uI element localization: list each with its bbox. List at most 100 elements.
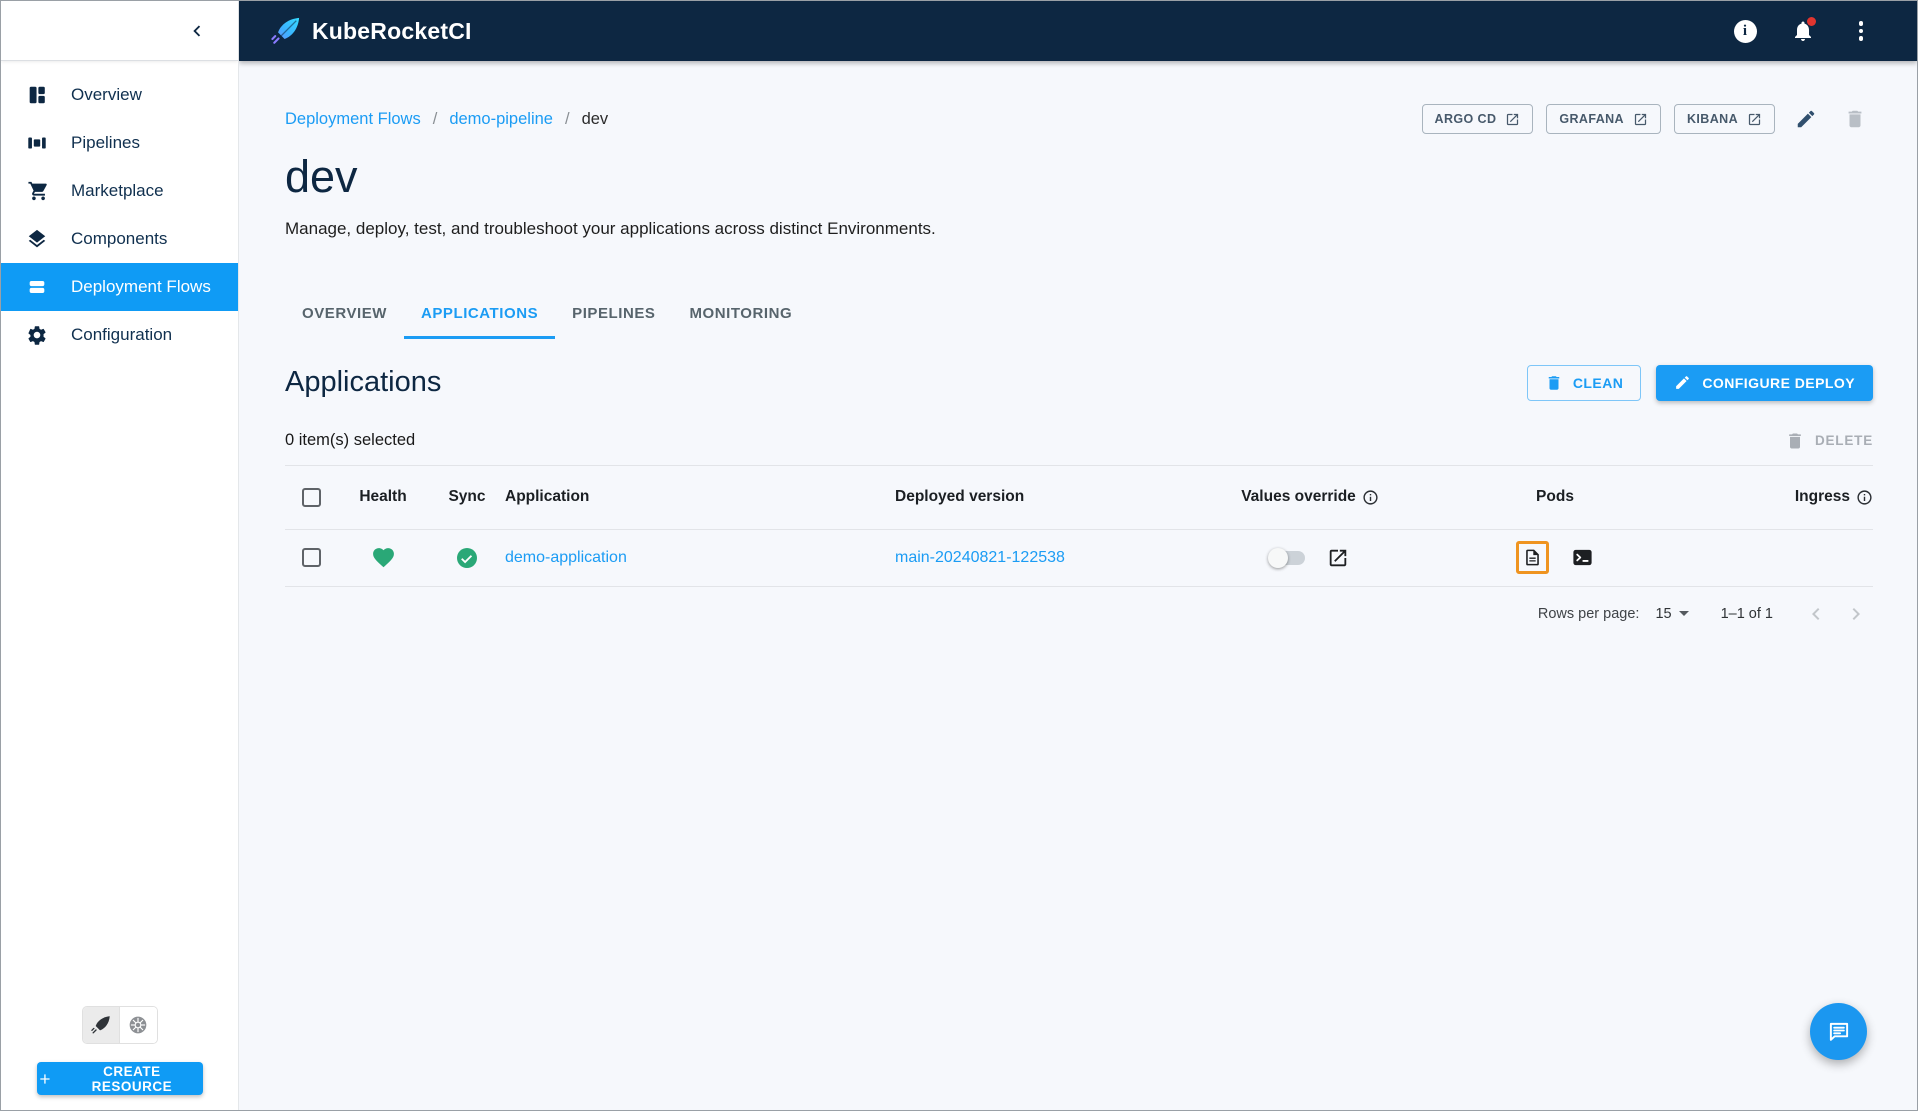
sidebar-item-pipelines[interactable]: Pipelines (1, 119, 238, 167)
kibana-link-button[interactable]: KIBANA (1673, 104, 1775, 134)
breadcrumb-separator: / (432, 109, 438, 128)
tab-pipelines[interactable]: PIPELINES (555, 289, 672, 339)
pod-terminal-button[interactable] (1571, 546, 1594, 569)
info-button[interactable]: i (1729, 15, 1761, 47)
edit-environment-button[interactable] (1788, 101, 1824, 137)
create-resource-button[interactable]: CREATE RESOURCE (36, 1062, 203, 1095)
sidebar-item-deployment-flows[interactable]: Deployment Flows (1, 263, 238, 311)
sidebar-item-label: Overview (71, 85, 142, 104)
grafana-link-button[interactable]: GRAFANA (1546, 104, 1661, 134)
plus-icon (39, 1073, 50, 1084)
create-resource-label: CREATE RESOURCE (91, 1063, 173, 1094)
pencil-icon (1676, 376, 1690, 390)
kuberocketci-view-button[interactable] (82, 1007, 120, 1043)
breadcrumb-separator: / (564, 109, 570, 128)
delete-environment-button[interactable] (1837, 101, 1873, 137)
sidebar-item-label: Components (71, 229, 168, 248)
document-icon (1526, 549, 1539, 566)
configure-deploy-label: CONFIGURE DEPLOY (1702, 374, 1855, 391)
values-override-toggle[interactable] (1268, 547, 1305, 568)
page-title: dev (285, 151, 358, 202)
topbar: KubeRocketCI i (239, 1, 1917, 61)
sidebar-item-overview[interactable]: Overview (1, 71, 238, 119)
info-icon[interactable] (1856, 489, 1873, 506)
sync-status-cell (429, 546, 505, 570)
column-header-deployed-version: Deployed version (895, 488, 1025, 506)
column-header-sync: Sync (448, 488, 486, 506)
breadcrumb-link-demo-pipeline[interactable]: demo-pipeline (449, 110, 553, 129)
info-icon[interactable] (1362, 489, 1379, 506)
health-status-cell (337, 545, 429, 570)
selection-status: 0 item(s) selected (285, 431, 416, 450)
rows-per-page-value: 15 (1655, 605, 1672, 622)
clean-button[interactable]: CLEAN (1526, 364, 1642, 401)
chevron-right-icon (1852, 607, 1860, 620)
app-logo[interactable]: KubeRocketCI (271, 16, 472, 46)
shopping-cart-icon (25, 179, 49, 203)
pagination: Rows per page: 15 1–1 of 1 (285, 587, 1873, 641)
deployed-version-link[interactable]: main-20240821-122538 (895, 549, 1065, 567)
sidebar-collapse-button[interactable] (182, 16, 212, 46)
rows-per-page-select[interactable]: 15 (1655, 605, 1689, 622)
pod-logs-highlight (1516, 541, 1549, 575)
view-switcher (81, 1006, 158, 1044)
values-override-open-button[interactable] (1327, 547, 1349, 569)
grafana-label: GRAFANA (1559, 112, 1624, 126)
main-content: Deployment Flows / demo-pipeline / dev A… (239, 61, 1917, 1110)
pod-logs-button[interactable] (1523, 548, 1542, 567)
sidebar-item-label: Configuration (71, 325, 173, 344)
sidebar-item-configuration[interactable]: Configuration (1, 311, 238, 359)
rocket-icon (90, 1016, 110, 1034)
external-link-icon (1329, 549, 1347, 566)
applications-actions: CLEAN CONFIGURE DEPLOY (1526, 364, 1873, 401)
more-menu-button[interactable] (1845, 15, 1877, 47)
chat-bubble-icon (1829, 1022, 1848, 1041)
tab-bar: OVERVIEW APPLICATIONS PIPELINES MONITORI… (285, 289, 1873, 339)
configure-deploy-button[interactable]: CONFIGURE DEPLOY (1656, 364, 1873, 401)
sidebar-header (1, 1, 238, 61)
page-actions: ARGO CD GRAFANA KIBANA (1421, 101, 1873, 137)
previous-page-button[interactable] (1801, 599, 1831, 629)
next-page-button[interactable] (1841, 599, 1871, 629)
layers-icon (25, 227, 49, 251)
sidebar-item-label: Marketplace (71, 181, 164, 200)
applications-table: Health Sync Application Deployed version… (285, 466, 1873, 587)
sidebar-item-label: Deployment Flows (71, 277, 211, 296)
column-header-ingress: Ingress (1655, 488, 1873, 506)
delete-selected-button[interactable]: DELETE (1785, 431, 1873, 451)
tab-applications[interactable]: APPLICATIONS (403, 289, 556, 339)
breadcrumb-link-deployment-flows[interactable]: Deployment Flows (285, 110, 421, 129)
kubernetes-icon (129, 1016, 147, 1034)
pods-cell (1455, 541, 1655, 575)
sidebar-item-components[interactable]: Components (1, 215, 238, 263)
sidebar-item-marketplace[interactable]: Marketplace (1, 167, 238, 215)
argo-cd-label: ARGO CD (1434, 112, 1497, 126)
kubernetes-view-button[interactable] (119, 1007, 157, 1043)
trash-icon (1548, 376, 1560, 390)
table-row: demo-application main-20240821-122538 (285, 530, 1873, 587)
column-header-pods: Pods (1536, 488, 1574, 506)
notification-badge (1807, 17, 1816, 26)
chat-fab-button[interactable] (1810, 1003, 1867, 1060)
app-window: Overview Pipelines Marketplace Component… (0, 0, 1918, 1111)
dashboard-icon (25, 83, 49, 107)
rows-per-page-label: Rows per page: (1537, 605, 1640, 622)
tab-overview[interactable]: OVERVIEW (285, 289, 404, 339)
values-override-label: Values override (1241, 488, 1356, 506)
sidebar-item-label: Pipelines (71, 133, 140, 152)
column-header-health: Health (359, 488, 407, 506)
tab-monitoring[interactable]: MONITORING (672, 289, 809, 339)
topbar-actions: i (1729, 15, 1877, 47)
applications-heading: Applications (285, 366, 442, 399)
values-override-cell (1165, 547, 1455, 569)
synced-check-icon (457, 547, 477, 568)
select-all-checkbox[interactable] (301, 487, 321, 507)
column-header-values-override: Values override (1165, 488, 1455, 506)
argo-cd-link-button[interactable]: ARGO CD (1421, 104, 1534, 134)
notifications-button[interactable] (1787, 15, 1819, 47)
row-checkbox[interactable] (301, 548, 321, 568)
kuberocketci-logo-icon (271, 17, 300, 44)
ingress-label: Ingress (1794, 488, 1850, 506)
application-link[interactable]: demo-application (505, 549, 627, 567)
chevron-down-icon (1678, 611, 1689, 617)
